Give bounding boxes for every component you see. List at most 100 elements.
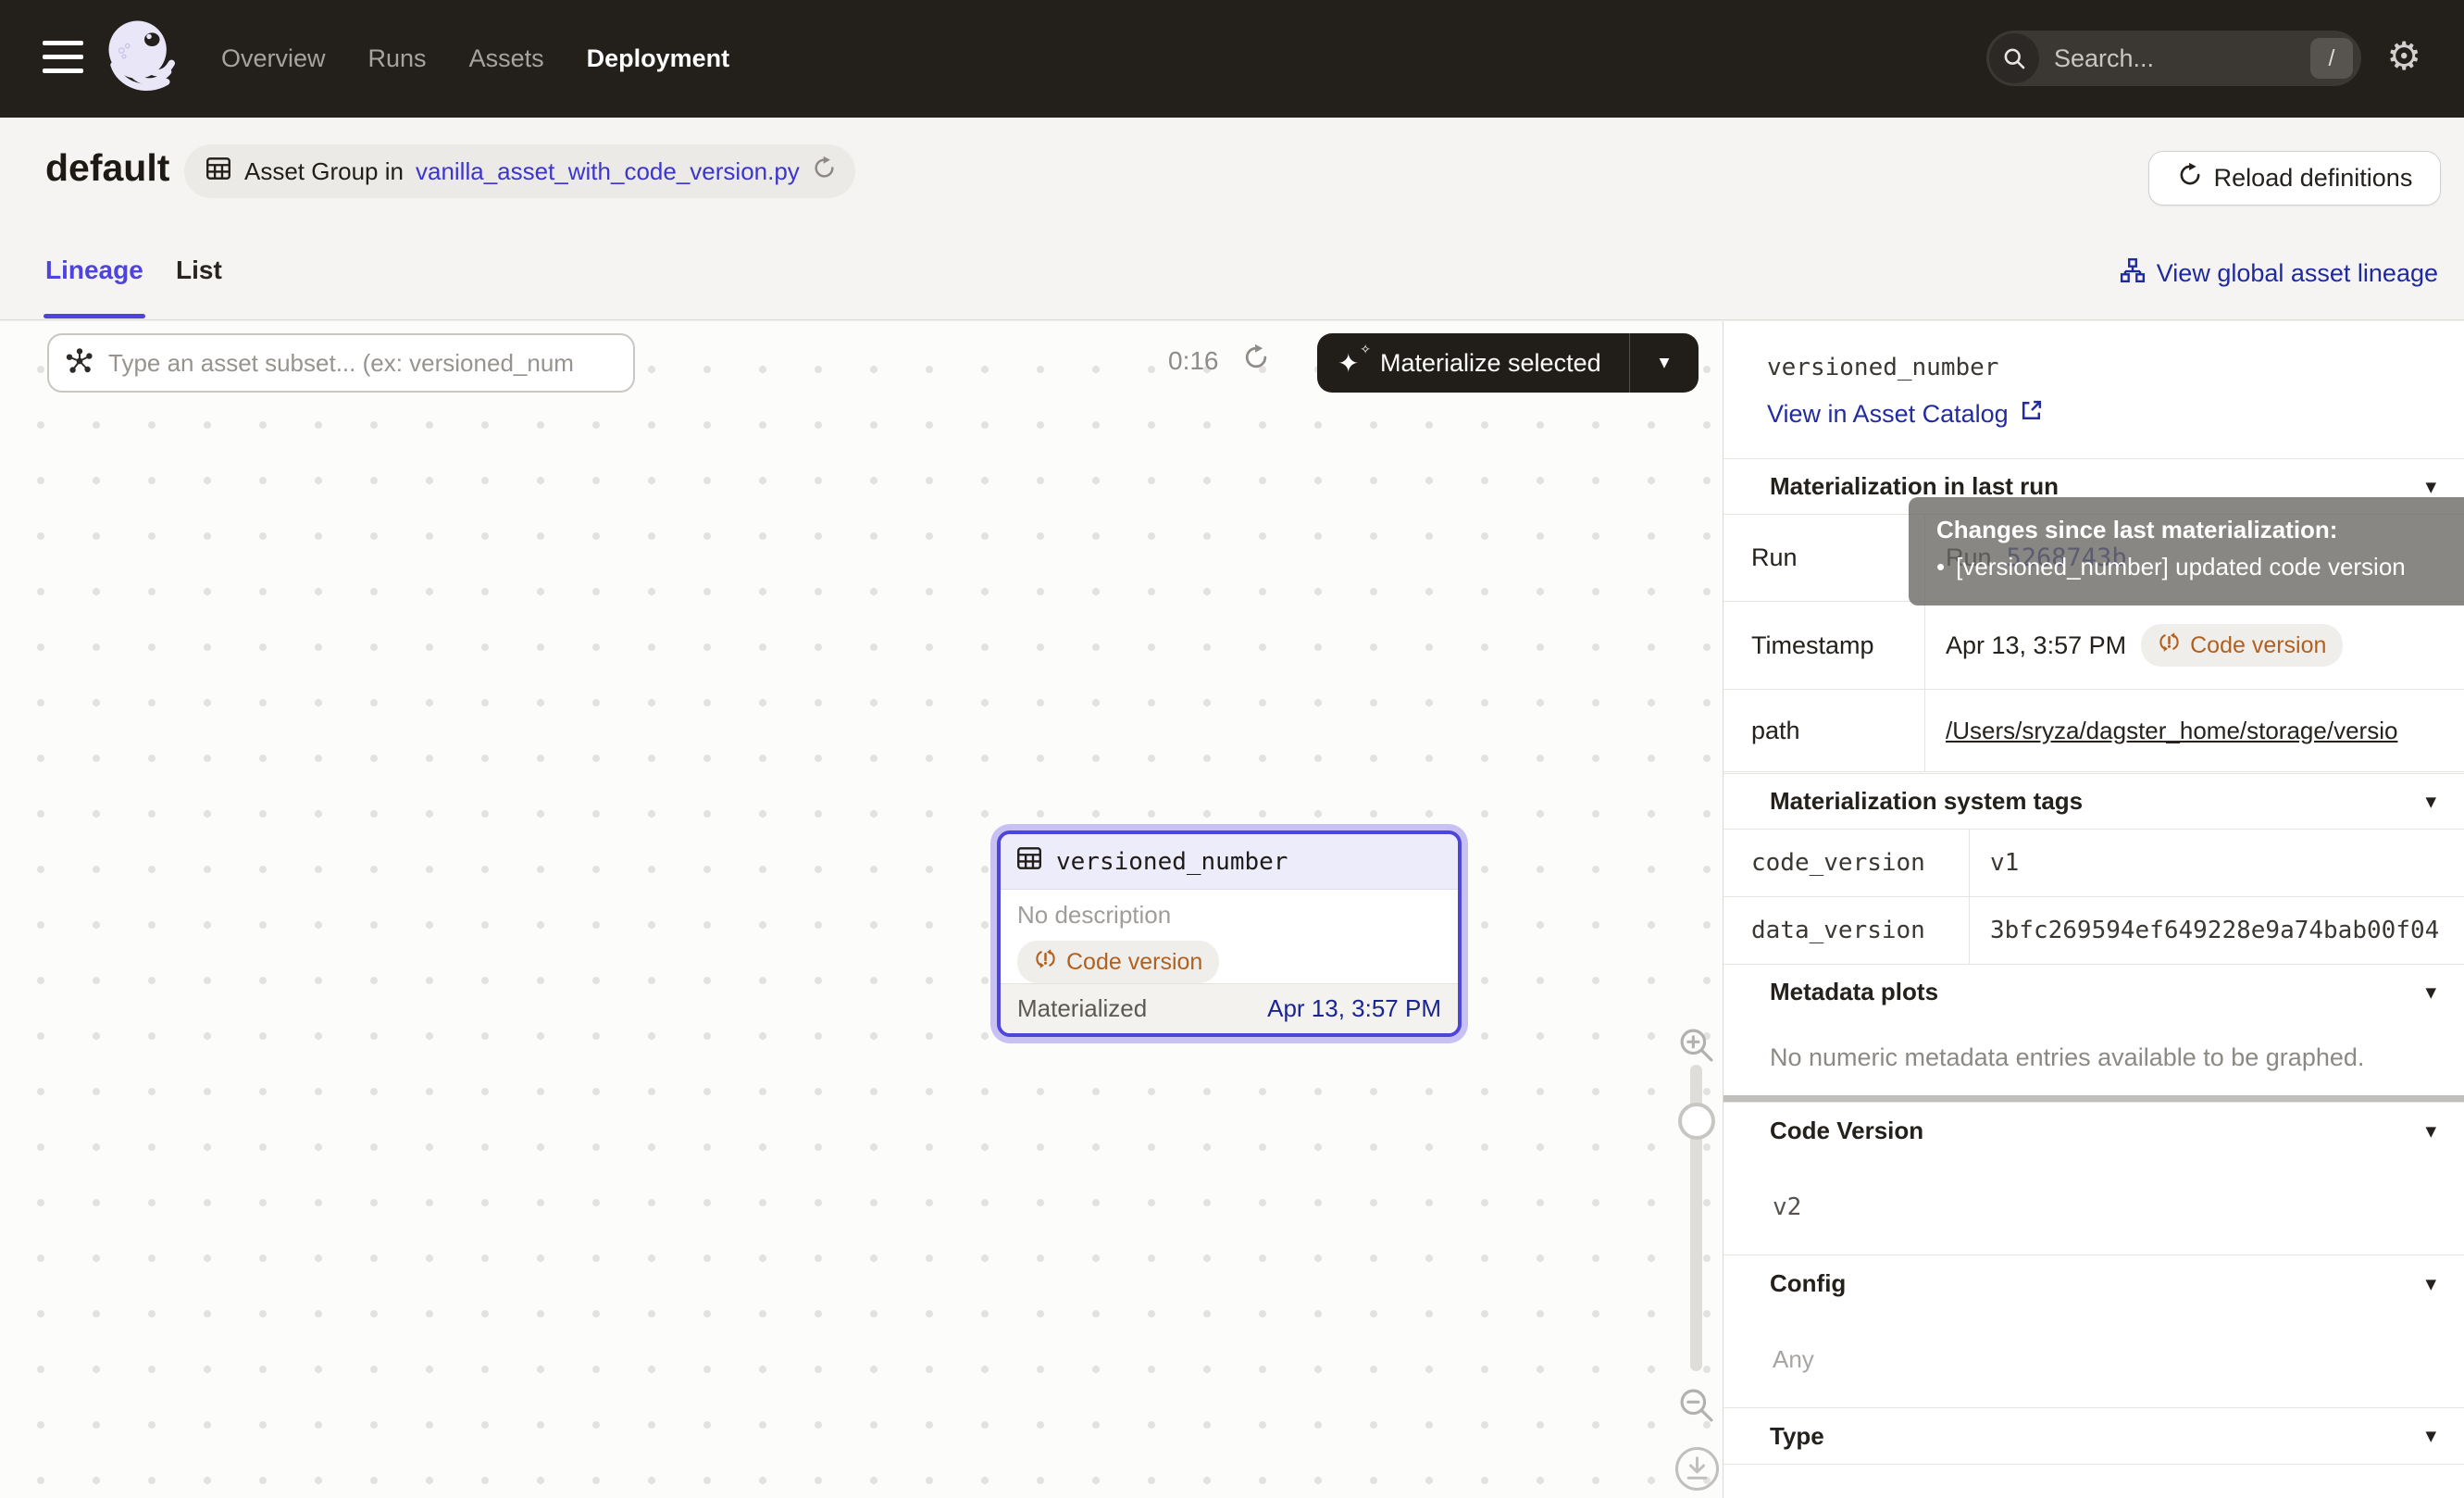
section-title: Metadata plots (1770, 978, 1938, 1006)
search-shortcut-key: / (2310, 38, 2353, 79)
lineage-canvas[interactable]: 0:16 ✦ ✧ Materialize selected ▼ (0, 321, 1724, 1498)
refresh-timer: 0:16 (1168, 346, 1219, 376)
top-nav: Overview Runs Assets Deployment / ⚙ (0, 0, 2464, 118)
section-type: Type ▼ (1724, 1407, 2464, 1465)
nav-links: Overview Runs Assets Deployment (221, 0, 729, 118)
download-image-icon[interactable] (1674, 1445, 1721, 1497)
materialize-selected-button[interactable]: ✦ ✧ Materialize selected ▼ (1317, 333, 1699, 393)
nav-item-deployment[interactable]: Deployment (587, 44, 730, 73)
asset-node-footer: Materialized Apr 13, 3:57 PM (1001, 983, 1458, 1033)
tab-lineage[interactable]: Lineage (45, 256, 143, 285)
collapse-caret-icon[interactable]: ▼ (2425, 1428, 2436, 1444)
section-title: Type (1770, 1422, 1824, 1451)
table-icon (1015, 844, 1043, 879)
collapse-caret-icon[interactable]: ▼ (2425, 1123, 2436, 1140)
table-row-code-version: code_version v1 (1724, 830, 2464, 897)
view-in-asset-catalog-link[interactable]: View in Asset Catalog (1767, 398, 2044, 430)
collapse-caret-icon[interactable]: ▼ (2425, 1276, 2436, 1292)
zoom-out-icon[interactable] (1676, 1385, 1717, 1430)
table-row-data-version: data_version 3bfc269594ef649228e9a74bab0… (1724, 897, 2464, 965)
nav-item-assets[interactable]: Assets (469, 44, 544, 73)
timestamp-code-version-badge[interactable]: Code version (2141, 624, 2343, 667)
view-global-asset-lineage-link[interactable]: View global asset lineage (2120, 257, 2438, 290)
asset-group-prefix: Asset Group in (244, 157, 404, 186)
asset-node-description: No description (1017, 901, 1441, 930)
tab-list[interactable]: List (176, 256, 222, 285)
run-label: Run (1724, 515, 1925, 601)
asset-graph-filter-icon (66, 347, 93, 380)
nav-item-runs[interactable]: Runs (368, 44, 427, 73)
tooltip-item: [versioned_number] updated code version (1956, 553, 2406, 581)
app-screen: Overview Runs Assets Deployment / ⚙ defa… (0, 0, 2464, 1498)
lineage-graph-icon (2120, 257, 2146, 290)
breadcrumb-refresh-icon[interactable] (812, 156, 837, 187)
search-bar[interactable]: / (1986, 31, 2361, 86)
materialized-time[interactable]: Apr 13, 3:57 PM (1267, 994, 1441, 1023)
code-version-key: code_version (1724, 830, 1970, 896)
section-materialization-system-tags: Materialization system tags ▼ (1724, 773, 2464, 829)
materialize-dropdown-caret[interactable]: ▼ (1630, 333, 1699, 393)
section-metadata-plots: Metadata plots ▼ (1724, 964, 2464, 1019)
asset-subset-input[interactable] (106, 348, 616, 379)
section-title: Code Version (1770, 1117, 1923, 1145)
nav-item-overview[interactable]: Overview (221, 44, 326, 73)
view-global-asset-lineage-label: View global asset lineage (2157, 259, 2438, 288)
external-link-icon (2019, 398, 2044, 430)
page-title: default (45, 146, 169, 190)
asset-group-breadcrumb: Asset Group in vanilla_asset_with_code_v… (184, 144, 855, 198)
active-tab-underline (44, 314, 145, 318)
zoom-slider-handle[interactable] (1678, 1103, 1715, 1140)
code-version-section-value: v2 (1724, 1159, 2464, 1255)
bullet-icon: • (1936, 553, 1945, 581)
gear-icon[interactable]: ⚙ (2386, 37, 2421, 76)
reload-definitions-button[interactable]: Reload definitions (2148, 151, 2441, 206)
code-version-badge-label: Code version (1066, 949, 1202, 976)
code-version-badge[interactable]: Code version (1017, 941, 1219, 983)
tooltip-title: Changes since last materialization: (1936, 516, 2442, 544)
path-label: path (1724, 690, 1925, 771)
path-value-link[interactable]: /Users/sryza/dagster_home/storage/versio (1946, 717, 2397, 745)
view-in-asset-catalog-label: View in Asset Catalog (1767, 400, 2009, 429)
asset-node-name: versioned_number (1056, 848, 1288, 876)
section-code-version: Code Version ▼ (1724, 1102, 2464, 1159)
panel-section-divider (1724, 1095, 2464, 1102)
panel-asset-name: versioned_number (1767, 354, 1998, 381)
asset-group-file-link[interactable]: vanilla_asset_with_code_version.py (416, 157, 800, 186)
materialized-label: Materialized (1017, 994, 1147, 1023)
table-row-path: path /Users/sryza/dagster_home/storage/v… (1724, 690, 2464, 772)
materialize-selected-main[interactable]: ✦ ✧ Materialize selected (1317, 333, 1629, 393)
hamburger-menu-icon[interactable] (43, 41, 83, 82)
data-version-key: data_version (1724, 897, 1970, 964)
asset-node-versioned-number[interactable]: versioned_number No description (997, 830, 1462, 1037)
asset-node-body: No description Code version (1001, 890, 1458, 983)
system-tags-table: code_version v1 data_version 3bfc269594e… (1724, 829, 2464, 965)
changes-tooltip: Changes since last materialization: • [v… (1909, 497, 2464, 605)
section-config: Config ▼ (1724, 1255, 2464, 1312)
config-section-value: Any (1724, 1312, 2464, 1407)
search-input[interactable] (2039, 44, 2310, 74)
timestamp-value: Apr 13, 3:57 PM (1946, 631, 2126, 660)
collapse-caret-icon[interactable]: ▼ (2425, 984, 2436, 1001)
timestamp-label: Timestamp (1724, 602, 1925, 689)
dagster-logo-icon[interactable] (104, 16, 185, 102)
reload-definitions-label: Reload definitions (2214, 164, 2413, 193)
materialize-selected-label: Materialize selected (1380, 349, 1601, 378)
collapse-caret-icon[interactable]: ▼ (2425, 479, 2436, 495)
section-title: Config (1770, 1269, 1846, 1298)
collapse-caret-icon[interactable]: ▼ (2425, 793, 2436, 810)
badge-label: Code version (2190, 632, 2326, 659)
changed-code-version-icon (2158, 630, 2181, 660)
search-icon (1989, 33, 2039, 83)
asset-subset-filter[interactable] (47, 333, 635, 393)
metadata-plots-empty-message: No numeric metadata entries available to… (1724, 1019, 2464, 1095)
code-version-value: v1 (1970, 830, 2464, 896)
refresh-graph-icon[interactable] (1242, 343, 1270, 376)
section-title: Materialization system tags (1770, 787, 2083, 816)
zoom-in-icon[interactable] (1676, 1025, 1717, 1070)
changed-code-version-icon (1034, 947, 1057, 977)
asset-group-icon (205, 155, 232, 189)
table-row-timestamp: Timestamp Apr 13, 3:57 PM (1724, 602, 2464, 690)
data-version-value: 3bfc269594ef649228e9a74bab00f04 (1970, 897, 2464, 964)
asset-node-header: versioned_number (1001, 834, 1458, 890)
reload-icon (2177, 162, 2203, 194)
